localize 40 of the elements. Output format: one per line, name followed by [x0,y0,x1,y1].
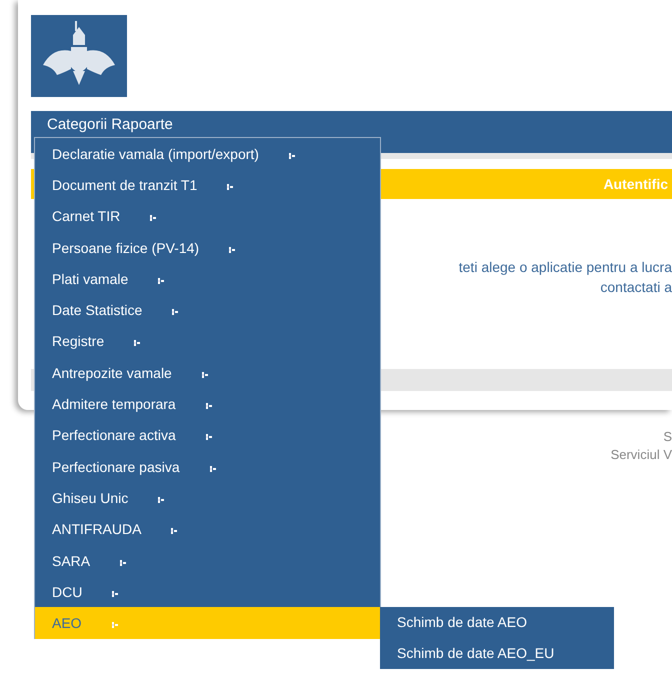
menu-item[interactable]: Ghiseu Unic [35,482,380,514]
arrow-icon [202,372,208,378]
submenu-item[interactable]: Schimb de date AEO_EU [380,638,614,670]
arrow-icon [172,309,178,316]
arrow-icon [206,434,212,440]
arrow-icon [158,278,164,284]
arrow-icon [229,246,236,253]
menu-item[interactable]: Declaratie vamala (import/export) [35,138,380,170]
arrow-icon [206,403,212,410]
arrow-icon [150,215,156,222]
menu-item[interactable]: SARA [35,544,380,576]
submenu-item[interactable]: Schimb de date AEO [380,606,614,638]
menu-item[interactable]: Date Statistice [35,294,380,326]
arrow-icon [112,622,118,628]
menu-item[interactable]: ANTIFRAUDA [35,514,380,545]
menu-item[interactable]: Admitere temporara [35,388,380,420]
menu-item[interactable]: Carnet TIR [35,200,380,232]
menu-item[interactable]: Registre [35,326,380,358]
message-text: contactati a [600,278,672,297]
menu-item[interactable]: Antrepozite vamale [35,357,380,388]
menu-item[interactable]: DCU [35,576,380,608]
footer-text: S [663,428,672,446]
arrow-icon [171,528,178,534]
arrow-icon [112,590,118,597]
menu-item[interactable]: Perfectionare pasiva [35,450,380,482]
login-title: Autentific [603,176,668,192]
arrow-icon [227,184,234,190]
menu-item[interactable]: AEO [35,607,380,639]
arrow-icon [210,466,216,472]
arrow-icon [288,152,295,159]
arrow-icon [120,560,126,566]
menu-item[interactable]: Persoane fizice (PV-14) [35,232,380,264]
arrow-icon [158,496,164,503]
arrow-icon [134,340,140,346]
footer-text: Serviciul V [610,446,672,464]
header-title: Categorii Rapoarte [47,116,173,133]
menu-item[interactable]: Perfectionare activa [35,420,380,451]
menu-item[interactable]: Document de tranzit T1 [35,169,380,201]
message-text: teti alege o aplicatie pentru a lucra [458,258,672,277]
menu-item[interactable]: Plati vamale [35,263,380,294]
